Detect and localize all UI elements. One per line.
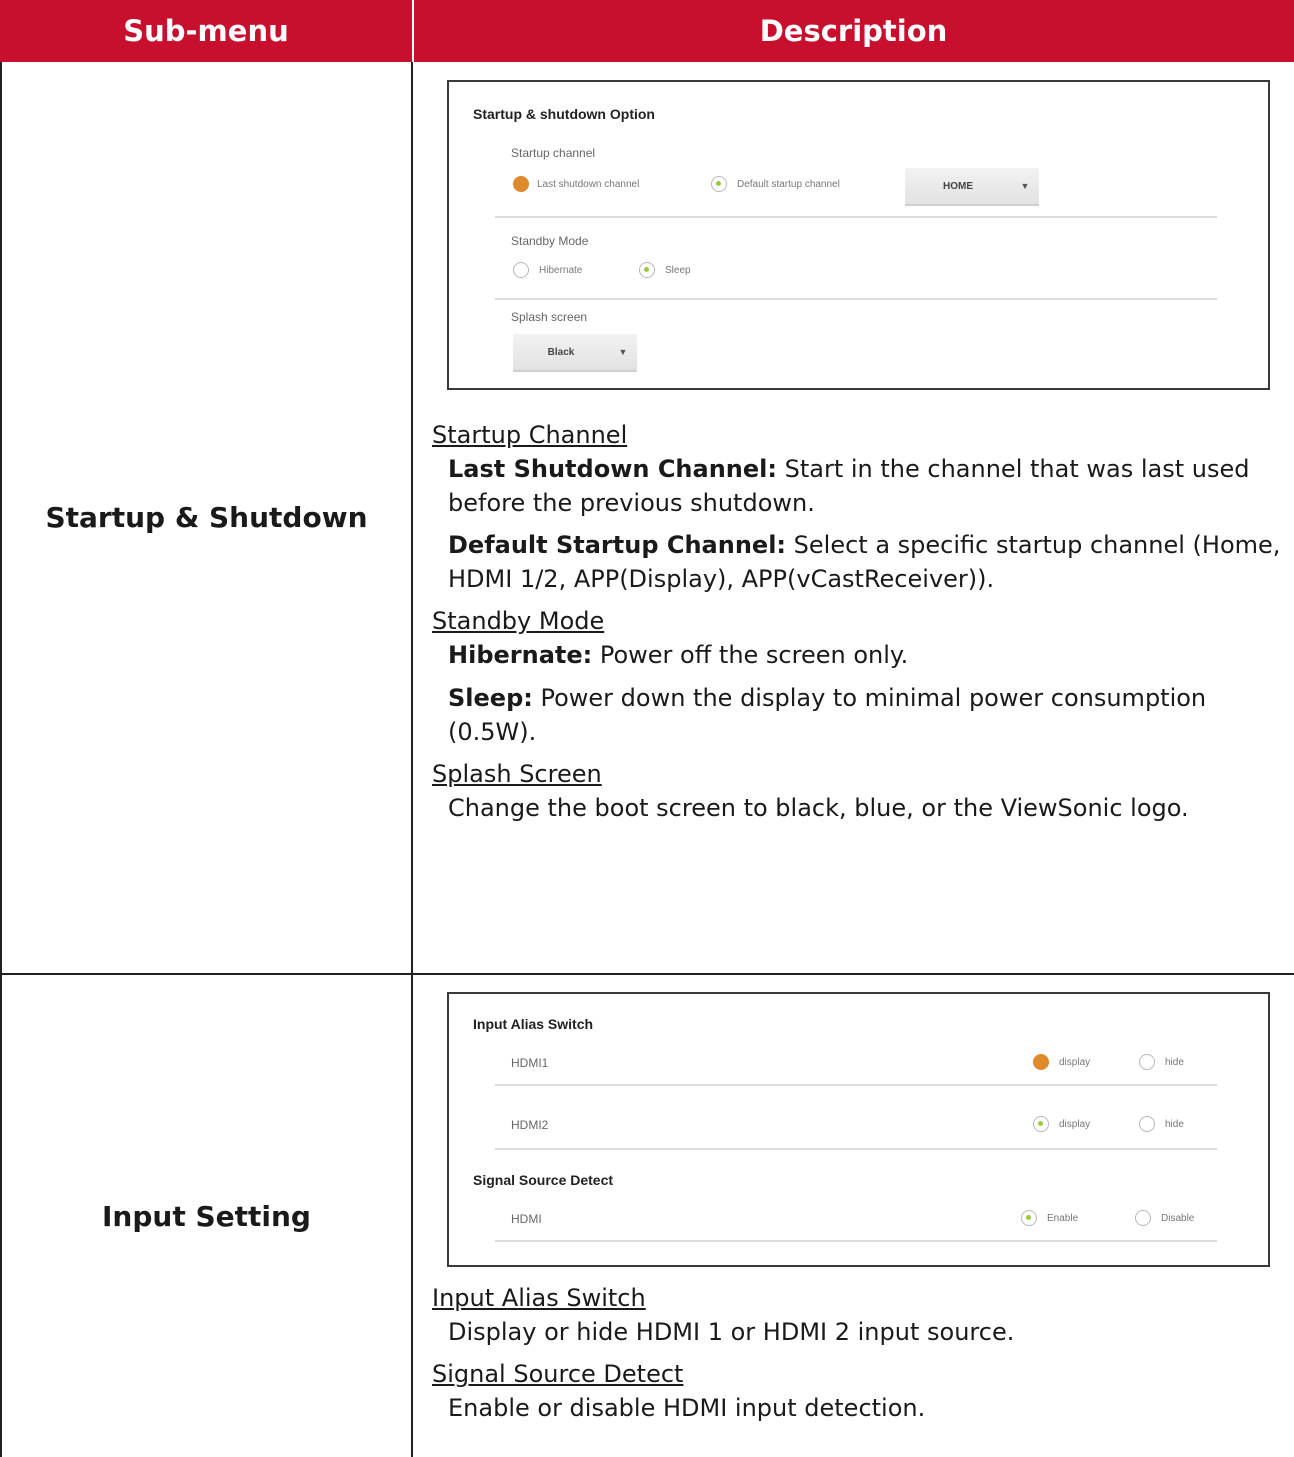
column-divider xyxy=(411,62,413,1457)
splash-screen-heading: Splash Screen xyxy=(432,759,602,788)
standby-mode-heading: Standby Mode xyxy=(432,607,605,636)
disable-option: Disable xyxy=(1161,1213,1195,1224)
hdmi2-hide-option: hide xyxy=(1165,1119,1184,1130)
splash-screen-label: Splash screen xyxy=(511,310,588,324)
input-setting-screenshot: Input Alias Switch HDMI1 display hide HD… xyxy=(447,992,1270,1267)
hdmi1-display-option: display xyxy=(1059,1057,1091,1068)
disable-radio[interactable] xyxy=(1135,1210,1151,1226)
input-setting-description: Input Alias Switch Display or hide HDMI … xyxy=(432,1281,1282,1425)
hdmi1-label: HDMI1 xyxy=(511,1056,549,1070)
last-shutdown-radio[interactable] xyxy=(513,176,529,192)
separator xyxy=(495,298,1217,300)
header-description: Description xyxy=(759,14,948,48)
settings-table: Sub-menu Description Startup & Shutdown … xyxy=(0,0,1294,1457)
sleep-radio[interactable] xyxy=(639,262,655,278)
hibernate-desc: Hibernate: Power off the screen only. xyxy=(448,641,909,670)
startup-shutdown-description: Startup Channel Last Shutdown Channel: S… xyxy=(432,418,1282,825)
separator xyxy=(495,1148,1217,1150)
chevron-down-icon: ▼ xyxy=(618,347,628,357)
last-shutdown-channel-desc: Last Shutdown Channel: Start in the chan… xyxy=(448,455,1250,518)
enable-radio[interactable] xyxy=(1021,1210,1037,1226)
input-alias-heading: Input Alias Switch xyxy=(432,1284,646,1312)
startup-channel-dropdown[interactable]: HOME ▼ xyxy=(905,168,1039,206)
sleep-option: Sleep xyxy=(665,265,691,276)
separator xyxy=(495,1084,1217,1086)
startup-channel-value: HOME xyxy=(943,180,973,192)
splash-screen-desc: Change the boot screen to black, blue, o… xyxy=(448,793,1189,822)
chevron-down-icon: ▼ xyxy=(1020,181,1030,191)
last-shutdown-option: Last shutdown channel xyxy=(537,179,640,190)
hdmi2-display-option: display xyxy=(1059,1119,1091,1130)
startup-shutdown-screenshot: Startup & shutdown Option Startup channe… xyxy=(447,80,1270,390)
hibernate-radio[interactable] xyxy=(513,262,529,278)
header-submenu: Sub-menu xyxy=(123,14,289,48)
signal-detect-heading: Signal Source Detect xyxy=(432,1360,684,1389)
default-startup-channel-desc: Default Startup Channel: Select a specif… xyxy=(448,531,1281,594)
startup-channel-label: Startup channel xyxy=(511,146,596,160)
hibernate-option: Hibernate xyxy=(539,265,583,276)
splash-screen-value: Black xyxy=(547,346,575,358)
separator xyxy=(495,216,1217,218)
hdmi1-display-radio[interactable] xyxy=(1033,1054,1049,1070)
submenu-input-setting: Input Setting xyxy=(102,1199,311,1233)
standby-mode-label: Standby Mode xyxy=(511,234,589,248)
hdmi2-hide-radio[interactable] xyxy=(1139,1116,1155,1132)
splash-screen-dropdown[interactable]: Black ▼ xyxy=(513,334,637,372)
separator xyxy=(495,1240,1217,1242)
hdmi-label: HDMI xyxy=(511,1212,542,1226)
input-alias-title: Input Alias Switch xyxy=(473,1016,594,1032)
submenu-startup-shutdown: Startup & Shutdown xyxy=(45,501,368,534)
hdmi2-display-radio[interactable] xyxy=(1033,1116,1049,1132)
hdmi1-hide-radio[interactable] xyxy=(1139,1054,1155,1070)
table-header: Sub-menu Description xyxy=(0,0,1294,62)
signal-source-title: Signal Source Detect xyxy=(473,1172,614,1188)
default-startup-radio[interactable] xyxy=(711,176,727,192)
sleep-desc: Sleep: Power down the display to minimal… xyxy=(448,683,1207,746)
signal-detect-desc: Enable or disable HDMI input detection. xyxy=(448,1394,926,1423)
startup-channel-heading: Startup Channel xyxy=(432,421,628,449)
screenshot-title: Startup & shutdown Option xyxy=(473,106,655,122)
hdmi2-label: HDMI2 xyxy=(511,1118,549,1132)
hdmi1-hide-option: hide xyxy=(1165,1057,1184,1068)
default-startup-option: Default startup channel xyxy=(737,179,840,190)
input-alias-desc: Display or hide HDMI 1 or HDMI 2 input s… xyxy=(448,1318,1015,1347)
enable-option: Enable xyxy=(1047,1213,1079,1224)
